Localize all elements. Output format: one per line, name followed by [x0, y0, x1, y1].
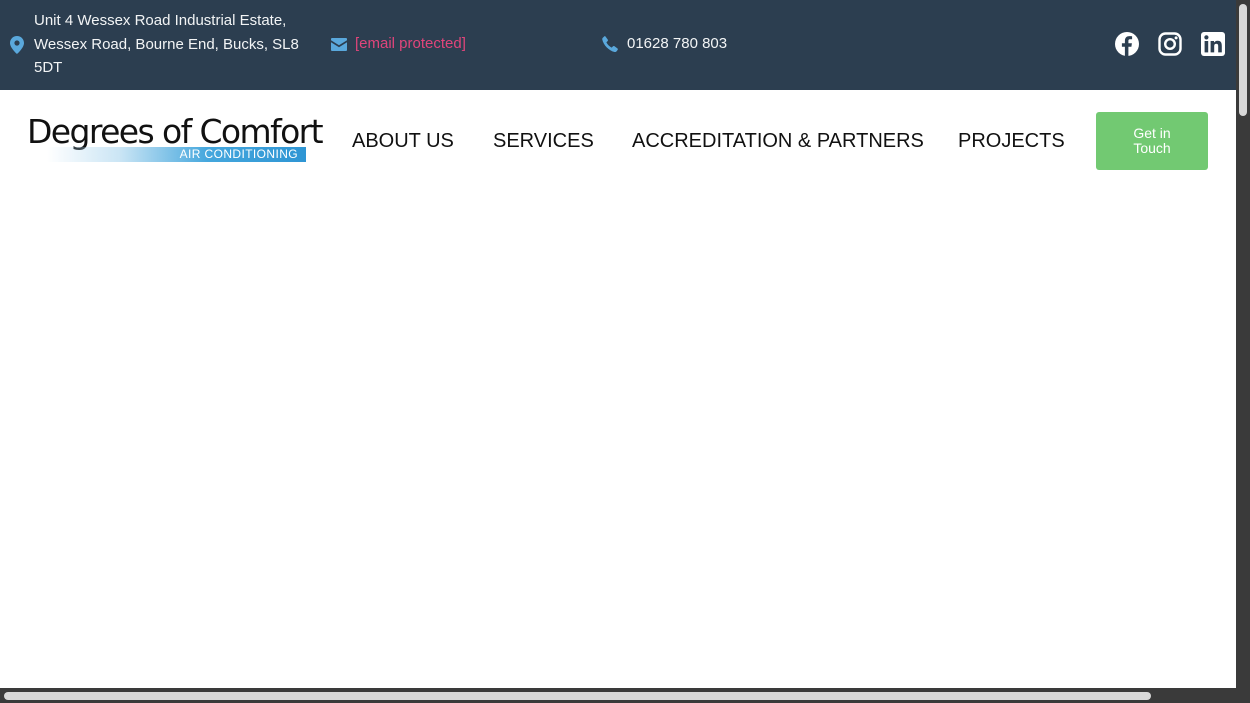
map-pin-icon	[10, 36, 24, 54]
horizontal-scrollbar[interactable]	[0, 688, 1250, 703]
top-info-bar: Unit 4 Wessex Road Industrial Estate, We…	[0, 0, 1236, 90]
company-address: Unit 4 Wessex Road Industrial Estate, We…	[34, 12, 299, 76]
get-in-touch-label: Get in Touch	[1133, 125, 1171, 156]
linkedin-icon[interactable]	[1201, 32, 1225, 56]
site-header: Degrees of Comfort AIR CONDITIONING ABOU…	[0, 90, 1236, 190]
get-in-touch-button[interactable]: Get in Touch	[1096, 112, 1208, 170]
phone-icon	[602, 36, 618, 53]
facebook-icon[interactable]	[1115, 32, 1139, 56]
email-link[interactable]: [email protected]	[355, 35, 466, 52]
nav-services[interactable]: SERVICES	[493, 129, 594, 153]
nav-projects[interactable]: PROJECTS	[958, 129, 1065, 153]
logo-wordmark: Degrees of Comfort	[27, 112, 324, 151]
logo-gradient-band: AIR CONDITIONING	[47, 147, 306, 162]
nav-accreditation-partners[interactable]: ACCREDITATION & PARTNERS	[632, 129, 924, 153]
vertical-scrollbar[interactable]	[1236, 0, 1250, 688]
instagram-icon[interactable]	[1158, 32, 1182, 56]
horizontal-scrollbar-thumb[interactable]	[4, 692, 1151, 700]
nav-about-us[interactable]: ABOUT US	[352, 129, 454, 153]
logo-tagline: AIR CONDITIONING	[179, 147, 298, 161]
company-logo[interactable]: Degrees of Comfort AIR CONDITIONING	[27, 114, 324, 166]
browser-viewport: Unit 4 Wessex Road Industrial Estate, We…	[0, 0, 1250, 703]
envelope-icon	[331, 38, 347, 51]
vertical-scrollbar-thumb[interactable]	[1239, 4, 1247, 116]
phone-number[interactable]: 01628 780 803	[627, 35, 727, 52]
